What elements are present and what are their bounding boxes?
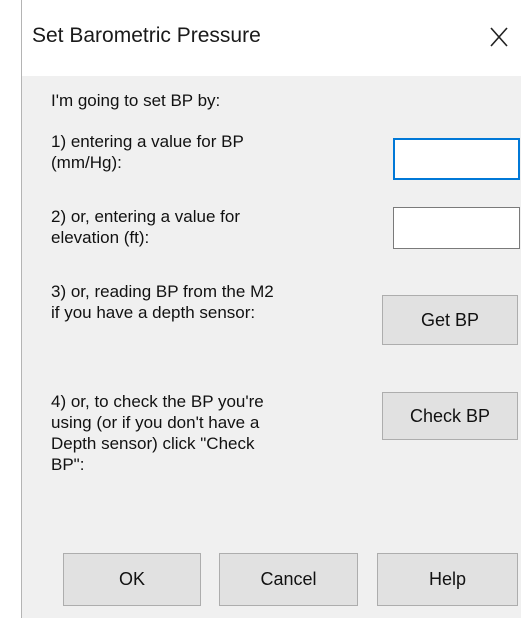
bp-value-input[interactable]: [393, 138, 520, 180]
dialog-title: Set Barometric Pressure: [32, 24, 261, 47]
title-bar: Set Barometric Pressure: [22, 0, 521, 76]
get-bp-button[interactable]: Get BP: [382, 295, 518, 345]
close-button[interactable]: [487, 22, 511, 50]
elevation-input[interactable]: [393, 207, 520, 249]
intro-label: I'm going to set BP by:: [51, 91, 221, 110]
help-button[interactable]: Help: [377, 553, 518, 606]
check-bp-button[interactable]: Check BP: [382, 392, 518, 440]
read-m2-label: 3) or, reading BP from the M2 if you hav…: [51, 282, 274, 322]
ok-button[interactable]: OK: [63, 553, 201, 606]
check-bp-label: 4) or, to check the BP you're using (or …: [51, 392, 264, 474]
set-barometric-pressure-dialog: Set Barometric Pressure I'm going to set…: [21, 0, 521, 618]
cancel-button[interactable]: Cancel: [219, 553, 358, 606]
close-icon: [490, 27, 508, 47]
elevation-label: 2) or, entering a value for elevation (f…: [51, 207, 241, 247]
bp-value-label: 1) entering a value for BP (mm/Hg):: [51, 132, 244, 172]
